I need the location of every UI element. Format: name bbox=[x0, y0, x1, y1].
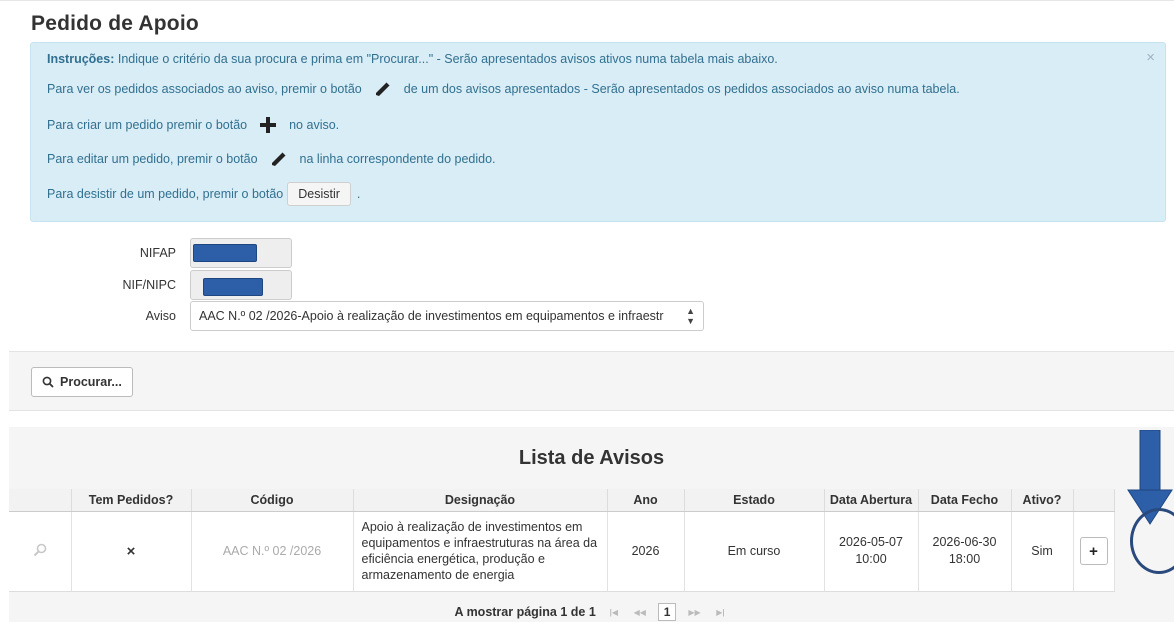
data-abertura-cell: 2026-05-07 10:00 bbox=[824, 511, 919, 592]
redaction-mark bbox=[193, 244, 257, 262]
procurar-button[interactable]: Procurar... bbox=[31, 367, 133, 397]
data-abertura-value: 2026-05-07 10:00 bbox=[839, 535, 903, 566]
col-header-designacao: Designação bbox=[353, 489, 608, 512]
nif-label: NIF/NIPC bbox=[122, 278, 176, 292]
pagination: A mostrar página 1 de 1 |◀ ◀◀ 1 ▶▶ ▶| bbox=[9, 602, 1174, 622]
estado-cell: Em curso bbox=[684, 511, 825, 592]
next-page-icon[interactable]: ▶▶ bbox=[686, 608, 702, 617]
instruction-line-3: Para criar um pedido premir o botão no a… bbox=[47, 116, 339, 134]
current-page-button[interactable]: 1 bbox=[657, 603, 677, 621]
nifap-row: NIFAP bbox=[0, 238, 292, 268]
aviso-select[interactable]: AAC N.º 02 /2026-Apoio à realização de i… bbox=[190, 301, 704, 331]
instruction-line-4: Para editar um pedido, premir o botão na… bbox=[47, 150, 496, 168]
instruction-text-5b: . bbox=[356, 187, 361, 201]
aviso-row: Aviso AAC N.º 02 /2026-Apoio à realizaçã… bbox=[0, 301, 704, 331]
col-header-action bbox=[1073, 489, 1115, 512]
designacao-cell: Apoio à realização de investimentos em e… bbox=[353, 511, 608, 592]
instruction-text-2b: de um dos avisos apresentados - Serão ap… bbox=[403, 82, 960, 96]
col-header-data-abertura: Data Abertura bbox=[824, 489, 919, 512]
list-title: Lista de Avisos bbox=[518, 447, 665, 469]
col-header-ano: Ano bbox=[607, 489, 685, 512]
action-cell: + bbox=[1073, 511, 1115, 592]
instruction-line-2: Para ver os pedidos associados ao aviso,… bbox=[47, 80, 960, 98]
instruction-text-4a: Para editar um pedido, premir o botão bbox=[47, 152, 258, 166]
instruction-text-3a: Para criar um pedido premir o botão bbox=[47, 118, 248, 132]
redaction-mark bbox=[203, 278, 263, 296]
view-icon[interactable] bbox=[33, 543, 47, 557]
view-cell[interactable] bbox=[9, 511, 72, 592]
page-title: Pedido de Apoio bbox=[31, 12, 199, 35]
instruction-line-5: Para desistir de um pedido, premir o bot… bbox=[47, 182, 360, 206]
col-header-estado: Estado bbox=[684, 489, 825, 512]
instruction-text-3b: no aviso. bbox=[289, 118, 340, 132]
col-header-tem-pedidos: Tem Pedidos? bbox=[71, 489, 192, 512]
aviso-selected-value: AAC N.º 02 /2026-Apoio à realização de i… bbox=[199, 309, 664, 323]
nifap-label: NIFAP bbox=[139, 246, 176, 260]
instruction-text-5a: Para desistir de um pedido, premir o bot… bbox=[47, 187, 284, 201]
col-header-data-fecho: Data Fecho bbox=[918, 489, 1012, 512]
avisos-table: Tem Pedidos? Código Designação Ano Estad… bbox=[9, 489, 1115, 592]
search-bar: Procurar... bbox=[9, 351, 1174, 411]
nifap-field[interactable] bbox=[190, 238, 292, 268]
select-caret-icon: ▲ ▼ bbox=[686, 306, 695, 326]
instruction-text-4b: na linha correspondente do pedido. bbox=[299, 152, 496, 166]
col-header-ativo: Ativo? bbox=[1011, 489, 1074, 512]
add-pedido-button[interactable]: + bbox=[1079, 537, 1108, 565]
ano-cell: 2026 bbox=[607, 511, 685, 592]
table-header-row: Tem Pedidos? Código Designação Ano Estad… bbox=[9, 489, 1115, 512]
instruction-line-1: Instruções: Indique o critério da sua pr… bbox=[47, 52, 778, 66]
pager-text: A mostrar página 1 de 1 bbox=[454, 605, 596, 619]
data-fecho-cell: 2026-06-30 18:00 bbox=[918, 511, 1012, 592]
close-icon[interactable]: × bbox=[1146, 49, 1155, 66]
last-page-icon[interactable]: ▶| bbox=[712, 608, 728, 617]
instructions-alert: × Instruções: Indique o critério da sua … bbox=[30, 42, 1166, 222]
prev-page-icon[interactable]: ◀◀ bbox=[632, 608, 648, 617]
procurar-button-label: Procurar... bbox=[60, 375, 122, 389]
avisos-panel: Lista de Avisos Tem Pedidos? Código Desi… bbox=[9, 427, 1174, 622]
desistir-button-example: Desistir bbox=[287, 182, 351, 206]
pencil-icon bbox=[271, 151, 287, 166]
tem-pedidos-cell: × bbox=[71, 511, 192, 592]
pencil-icon bbox=[375, 81, 391, 96]
codigo-cell: AAC N.º 02 /2026 bbox=[191, 511, 354, 592]
instructions-heading: Instruções: bbox=[47, 52, 115, 66]
col-header-codigo: Código bbox=[191, 489, 354, 512]
col-header-view bbox=[9, 489, 72, 512]
table-row: × AAC N.º 02 /2026 Apoio à realização de… bbox=[9, 511, 1115, 592]
search-icon bbox=[42, 376, 54, 388]
instruction-text-1: Indique o critério da sua procura e prim… bbox=[114, 52, 778, 66]
top-rule bbox=[0, 0, 1174, 1]
nif-row: NIF/NIPC bbox=[0, 270, 292, 300]
data-fecho-value: 2026-06-30 18:00 bbox=[932, 535, 997, 566]
plus-icon bbox=[260, 117, 277, 133]
ativo-cell: Sim bbox=[1011, 511, 1074, 592]
instruction-text-2a: Para ver os pedidos associados ao aviso,… bbox=[47, 82, 362, 96]
aviso-label: Aviso bbox=[145, 309, 176, 323]
nif-field[interactable] bbox=[190, 270, 292, 300]
first-page-icon[interactable]: |◀ bbox=[606, 608, 622, 617]
